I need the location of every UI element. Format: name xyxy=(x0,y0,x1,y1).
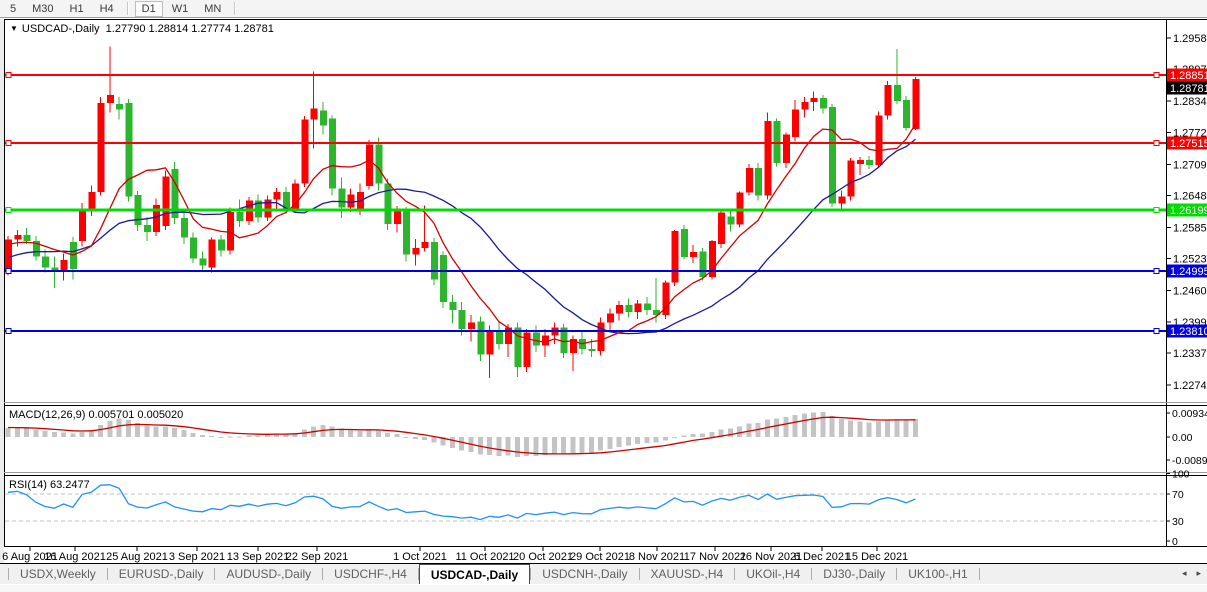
svg-text:1.23810: 1.23810 xyxy=(1170,326,1207,338)
svg-text:20 Oct 2021: 20 Oct 2021 xyxy=(513,551,573,563)
svg-text:1.23375: 1.23375 xyxy=(1173,348,1207,360)
timeframe-button-h1[interactable]: H1 xyxy=(63,1,91,17)
chart-tab-usdcad-daily[interactable]: USDCAD-,Daily xyxy=(418,564,531,584)
chart-tab-uk100-h1[interactable]: UK100-,H1 xyxy=(897,564,978,584)
svg-text:1.26199: 1.26199 xyxy=(1170,205,1207,217)
svg-text:1.27515: 1.27515 xyxy=(1170,138,1207,150)
svg-text:1.28781: 1.28781 xyxy=(1170,83,1207,95)
svg-text:1 Oct 2021: 1 Oct 2021 xyxy=(393,551,447,563)
chevron-down-icon: ▼ xyxy=(10,24,18,33)
svg-text:16 Aug 2021: 16 Aug 2021 xyxy=(44,551,106,563)
status-strip xyxy=(0,584,1207,592)
svg-text:15 Dec 2021: 15 Dec 2021 xyxy=(846,551,908,563)
tab-scroll-left-icon[interactable]: ◂ xyxy=(1182,568,1187,579)
svg-text:100: 100 xyxy=(1172,469,1190,481)
chart-plot-area[interactable] xyxy=(5,20,1166,403)
tab-scroll-arrows: ◂ ▸ xyxy=(1182,563,1201,584)
chart-tab-usdcnh-daily[interactable]: USDCNH-,Daily xyxy=(531,564,638,584)
svg-text:0.009345: 0.009345 xyxy=(1172,408,1207,420)
ohlc-values: 1.27790 1.28814 1.27774 1.28781 xyxy=(105,23,274,35)
svg-text:1.28851: 1.28851 xyxy=(1170,70,1207,82)
chart-tab-audusd-daily[interactable]: AUDUSD-,Daily xyxy=(215,564,322,584)
svg-text:17 Nov 2021: 17 Nov 2021 xyxy=(684,551,746,563)
timeframe-button-d1[interactable]: D1 xyxy=(134,0,163,17)
chart-symbol-title[interactable]: ▼ USDCAD-,Daily 1.27790 1.28814 1.27774 1… xyxy=(10,23,274,35)
svg-text:0.00: 0.00 xyxy=(1172,432,1193,444)
svg-text:0: 0 xyxy=(1172,536,1178,548)
timeframe-toolbar: 5 M30 H1 H4 D1 W1 MN xyxy=(0,0,1207,18)
timeframe-button-m30[interactable]: M30 xyxy=(25,1,60,17)
svg-text:1.29585: 1.29585 xyxy=(1173,33,1207,45)
timeframe-button-5[interactable]: 5 xyxy=(3,1,23,17)
svg-text:1.27095: 1.27095 xyxy=(1173,159,1207,171)
chart-tab-usdx-weekly[interactable]: USDX,Weekly xyxy=(9,564,107,584)
chart-tab-xauusd-h4[interactable]: XAUUSD-,H4 xyxy=(640,564,735,584)
svg-text:1.25235: 1.25235 xyxy=(1173,254,1207,266)
svg-text:8 Nov 2021: 8 Nov 2021 xyxy=(629,551,685,563)
toolbar-separator xyxy=(126,2,129,15)
svg-text:1.24605: 1.24605 xyxy=(1173,286,1207,298)
svg-text:70: 70 xyxy=(1172,489,1184,501)
svg-text:1.25850: 1.25850 xyxy=(1173,222,1207,234)
timeframe-button-w1[interactable]: W1 xyxy=(165,1,196,17)
chart-tab-bar: USDX,Weekly EURUSD-,Daily AUDUSD-,Daily USD… xyxy=(0,563,1207,584)
timeframe-button-h4[interactable]: H4 xyxy=(93,1,121,17)
svg-text:30: 30 xyxy=(1172,516,1184,528)
tab-scroll-right-icon[interactable]: ▸ xyxy=(1196,568,1201,579)
svg-text:-0.00890: -0.00890 xyxy=(1172,455,1207,467)
svg-text:22 Sep 2021: 22 Sep 2021 xyxy=(286,551,348,563)
svg-text:3 Sep 2021: 3 Sep 2021 xyxy=(169,551,225,563)
chart-tab-usdchf-h4[interactable]: USDCHF-,H4 xyxy=(323,564,418,584)
svg-text:6 Dec 2021: 6 Dec 2021 xyxy=(794,551,850,563)
macd-indicator-label: MACD(12,26,9) 0.005701 0.005020 xyxy=(9,409,184,421)
chart-canvas[interactable]: 1.295851.289701.283401.277251.270951.264… xyxy=(0,0,1207,592)
trading-terminal-window: 1.295851.289701.283401.277251.270951.264… xyxy=(0,0,1207,592)
current-price-label: 1.28781 xyxy=(1167,81,1207,95)
tab-separator xyxy=(978,568,980,580)
rsi-indicator-label: RSI(14) 63.2477 xyxy=(9,479,90,491)
svg-text:1.28340: 1.28340 xyxy=(1173,96,1207,108)
timeframe-button-mn[interactable]: MN xyxy=(197,1,228,17)
toolbar-separator xyxy=(234,2,237,15)
svg-text:29 Oct 2021: 29 Oct 2021 xyxy=(570,551,630,563)
svg-text:1.24995: 1.24995 xyxy=(1170,266,1207,278)
svg-text:25 Aug 2021: 25 Aug 2021 xyxy=(106,551,168,563)
svg-text:26 Nov 2021: 26 Nov 2021 xyxy=(740,551,802,563)
svg-text:1.22745: 1.22745 xyxy=(1173,380,1207,392)
symbol-label: USDCAD-,Daily xyxy=(21,23,100,35)
chart-tab-eurusd-daily[interactable]: EURUSD-,Daily xyxy=(108,564,215,584)
chart-tab-ukoil-h4[interactable]: UKOil-,H4 xyxy=(735,564,811,584)
svg-text:13 Sep 2021: 13 Sep 2021 xyxy=(227,551,289,563)
svg-text:1.26480: 1.26480 xyxy=(1173,191,1207,203)
chart-tab-dj30-daily[interactable]: DJ30-,Daily xyxy=(812,564,896,584)
svg-text:11 Oct 2021: 11 Oct 2021 xyxy=(455,551,514,563)
